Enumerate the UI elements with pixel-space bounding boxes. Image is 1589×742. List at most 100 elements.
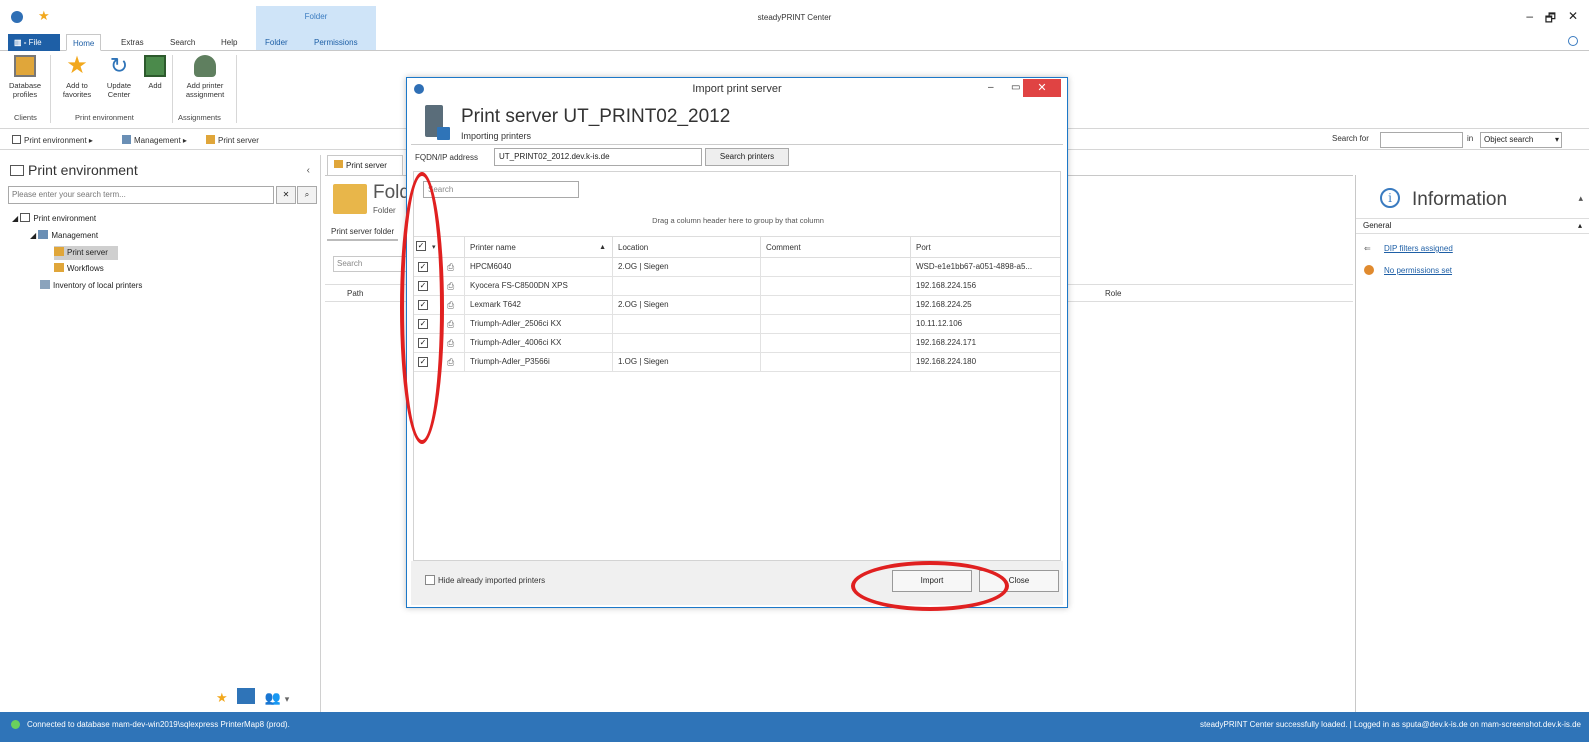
cell-location: [612, 315, 760, 333]
search-printers-button[interactable]: Search printers: [705, 148, 789, 166]
tab-help[interactable]: Help: [215, 34, 243, 51]
favorites-star-icon[interactable]: ★: [216, 690, 228, 705]
column-path[interactable]: Path: [347, 289, 363, 298]
connected-status-icon: [11, 720, 20, 729]
ribbon-tabs: ▥ - File Home Extras Search Help Folder …: [0, 34, 1589, 51]
tree-item-management[interactable]: ◢ Management: [30, 229, 98, 243]
more-views-chevron-icon[interactable]: ▾: [285, 694, 290, 704]
checkbox-box[interactable]: [425, 575, 435, 585]
clear-search-button[interactable]: ✕: [276, 186, 296, 204]
dialog-close-icon[interactable]: ✕: [1023, 79, 1061, 97]
column-location[interactable]: Location: [612, 237, 760, 258]
group-label-assignments: Assignments: [178, 113, 221, 122]
table-row[interactable]: ✓ ⎙ Triumph-Adler_4006ci KX 192.168.224.…: [414, 334, 1060, 353]
help-circle-icon[interactable]: [1568, 36, 1578, 46]
table-row[interactable]: ✓ ⎙ Kyocera FS-C8500DN XPS 192.168.224.1…: [414, 277, 1060, 296]
column-comment[interactable]: Comment: [760, 237, 910, 258]
tab-home[interactable]: Home: [66, 34, 102, 51]
tab-permissions[interactable]: Permissions: [308, 34, 364, 51]
tree-item-print-environment[interactable]: ◢ Print environment: [12, 212, 96, 226]
printer-grid: Search Drag a column header here to grou…: [413, 171, 1061, 561]
sort-asc-icon: ▲: [599, 244, 606, 251]
ribbon-group-separator: [50, 55, 51, 123]
print-environment-view-icon[interactable]: [237, 688, 256, 704]
dialog-minimize-button[interactable]: –: [988, 82, 994, 93]
section-collapse-icon: ▴: [1577, 221, 1582, 230]
print-environment-panel: Print environment ‹ Please enter your se…: [6, 155, 321, 712]
table-row[interactable]: ✓ ⎙ Triumph-Adler_P3566i 1.OG | Siegen 1…: [414, 353, 1060, 372]
tab-print-server-folder[interactable]: Print server folder: [327, 224, 399, 241]
column-printer-name[interactable]: Printer name ▲: [464, 237, 612, 258]
tab-extras[interactable]: Extras: [115, 34, 150, 51]
search-for-label: Search for: [1332, 134, 1369, 143]
printer-icon: ⎙: [447, 300, 455, 310]
users-icon[interactable]: 👥: [265, 690, 281, 705]
filter-icon: ⇐: [1364, 244, 1371, 253]
database-profiles-icon: [14, 55, 36, 77]
table-row[interactable]: ✓ ⎙ HPCM6040 2.OG | Siegen WSD-e1e1bb67-…: [414, 258, 1060, 277]
collapse-up-icon[interactable]: ▴: [1578, 193, 1583, 204]
print-server-folder-icon: [206, 135, 215, 144]
tree-item-workflows[interactable]: Workflows: [54, 262, 104, 276]
context-group-label: Folder: [304, 12, 328, 21]
dialog-maximize-button[interactable]: ▭: [1011, 82, 1020, 93]
minimize-button[interactable]: –: [1526, 9, 1533, 23]
breadcrumb-item[interactable]: Management ▸: [122, 135, 187, 145]
grid-search-input[interactable]: Search: [423, 181, 579, 198]
cell-printer-name: Lexmark T642: [464, 296, 612, 314]
fqdn-input[interactable]: UT_PRINT02_2012.dev.k-is.de: [494, 148, 702, 166]
update-center-button[interactable]: ↻ Update Center: [100, 53, 138, 100]
breadcrumb-item[interactable]: Print environment ▸: [12, 135, 93, 145]
table-row[interactable]: ✓ ⎙ Triumph-Adler_2506ci KX 10.11.12.106: [414, 315, 1060, 334]
dialog-heading: Print server UT_PRINT02_2012: [461, 106, 731, 127]
maximize-button[interactable]: 🗗: [1545, 9, 1556, 30]
tree-search-input[interactable]: Please enter your search term...: [8, 186, 274, 204]
cell-printer-name: Triumph-Adler_P3566i: [464, 353, 612, 371]
import-print-server-dialog: Import print server – ▭ ✕ Print server U…: [406, 77, 1068, 608]
printer-assignment-icon: [194, 55, 216, 77]
column-role[interactable]: Role: [1105, 289, 1121, 298]
inventory-icon: [40, 280, 50, 289]
general-section-header[interactable]: General ▴: [1356, 218, 1589, 234]
breadcrumb-item[interactable]: Print server: [206, 135, 259, 145]
global-search-input[interactable]: [1380, 132, 1463, 148]
tab-search[interactable]: Search: [164, 34, 201, 51]
cell-comment: [760, 353, 910, 371]
dip-filters-link[interactable]: DIP filters assigned: [1384, 244, 1453, 253]
table-row[interactable]: ✓ ⎙ Lexmark T642 2.OG | Siegen 192.168.2…: [414, 296, 1060, 315]
information-panel: i Information ▴ General ▴ ⇐ DIP filters a…: [1355, 175, 1589, 712]
info-icon: i: [1380, 188, 1400, 208]
group-label-clients: Clients: [14, 113, 37, 122]
panel-bottom-toolbar: ★ 👥 ▾: [216, 688, 289, 706]
tab-print-server[interactable]: Print server: [327, 155, 403, 175]
database-profiles-button[interactable]: Database profiles: [8, 55, 42, 99]
printer-icon: ⎙: [447, 338, 455, 348]
cell-location: 1.OG | Siegen: [612, 353, 760, 371]
print-environment-icon: [12, 135, 21, 144]
add-button[interactable]: Add: [142, 55, 168, 90]
divider: [411, 144, 1063, 145]
refresh-icon: ↻: [109, 53, 129, 78]
cell-port: 192.168.224.171: [910, 334, 1060, 352]
status-bar: Connected to database mam-dev-win2019\sq…: [0, 712, 1589, 742]
search-icon[interactable]: ⌕: [297, 186, 317, 204]
add-printer-assignment-button[interactable]: Add printer assignment: [177, 55, 233, 99]
column-port[interactable]: Port: [910, 237, 1060, 258]
cell-location: 2.OG | Siegen: [612, 258, 760, 276]
search-scope-select[interactable]: Object search ▾: [1480, 132, 1562, 148]
tab-file[interactable]: ▥ - File: [8, 34, 60, 51]
close-window-button[interactable]: ✕: [1568, 9, 1578, 23]
tree-item-inventory[interactable]: Inventory of local printers: [40, 279, 142, 293]
management-icon: [122, 135, 131, 144]
cell-comment: [760, 334, 910, 352]
cell-port: 192.168.224.156: [910, 277, 1060, 295]
add-to-favorites-button[interactable]: ★ Add to favorites: [58, 54, 96, 100]
print-environment-icon: [10, 165, 24, 176]
permissions-link[interactable]: No permissions set: [1384, 266, 1452, 275]
page-subtitle: Folder: [373, 206, 396, 215]
cell-port: 192.168.224.180: [910, 353, 1060, 371]
tree-item-print-server[interactable]: Print server: [54, 246, 118, 260]
collapse-panel-button[interactable]: ‹: [307, 165, 310, 176]
tab-folder[interactable]: Folder: [259, 34, 294, 51]
hide-imported-checkbox[interactable]: Hide already imported printers: [425, 575, 545, 585]
